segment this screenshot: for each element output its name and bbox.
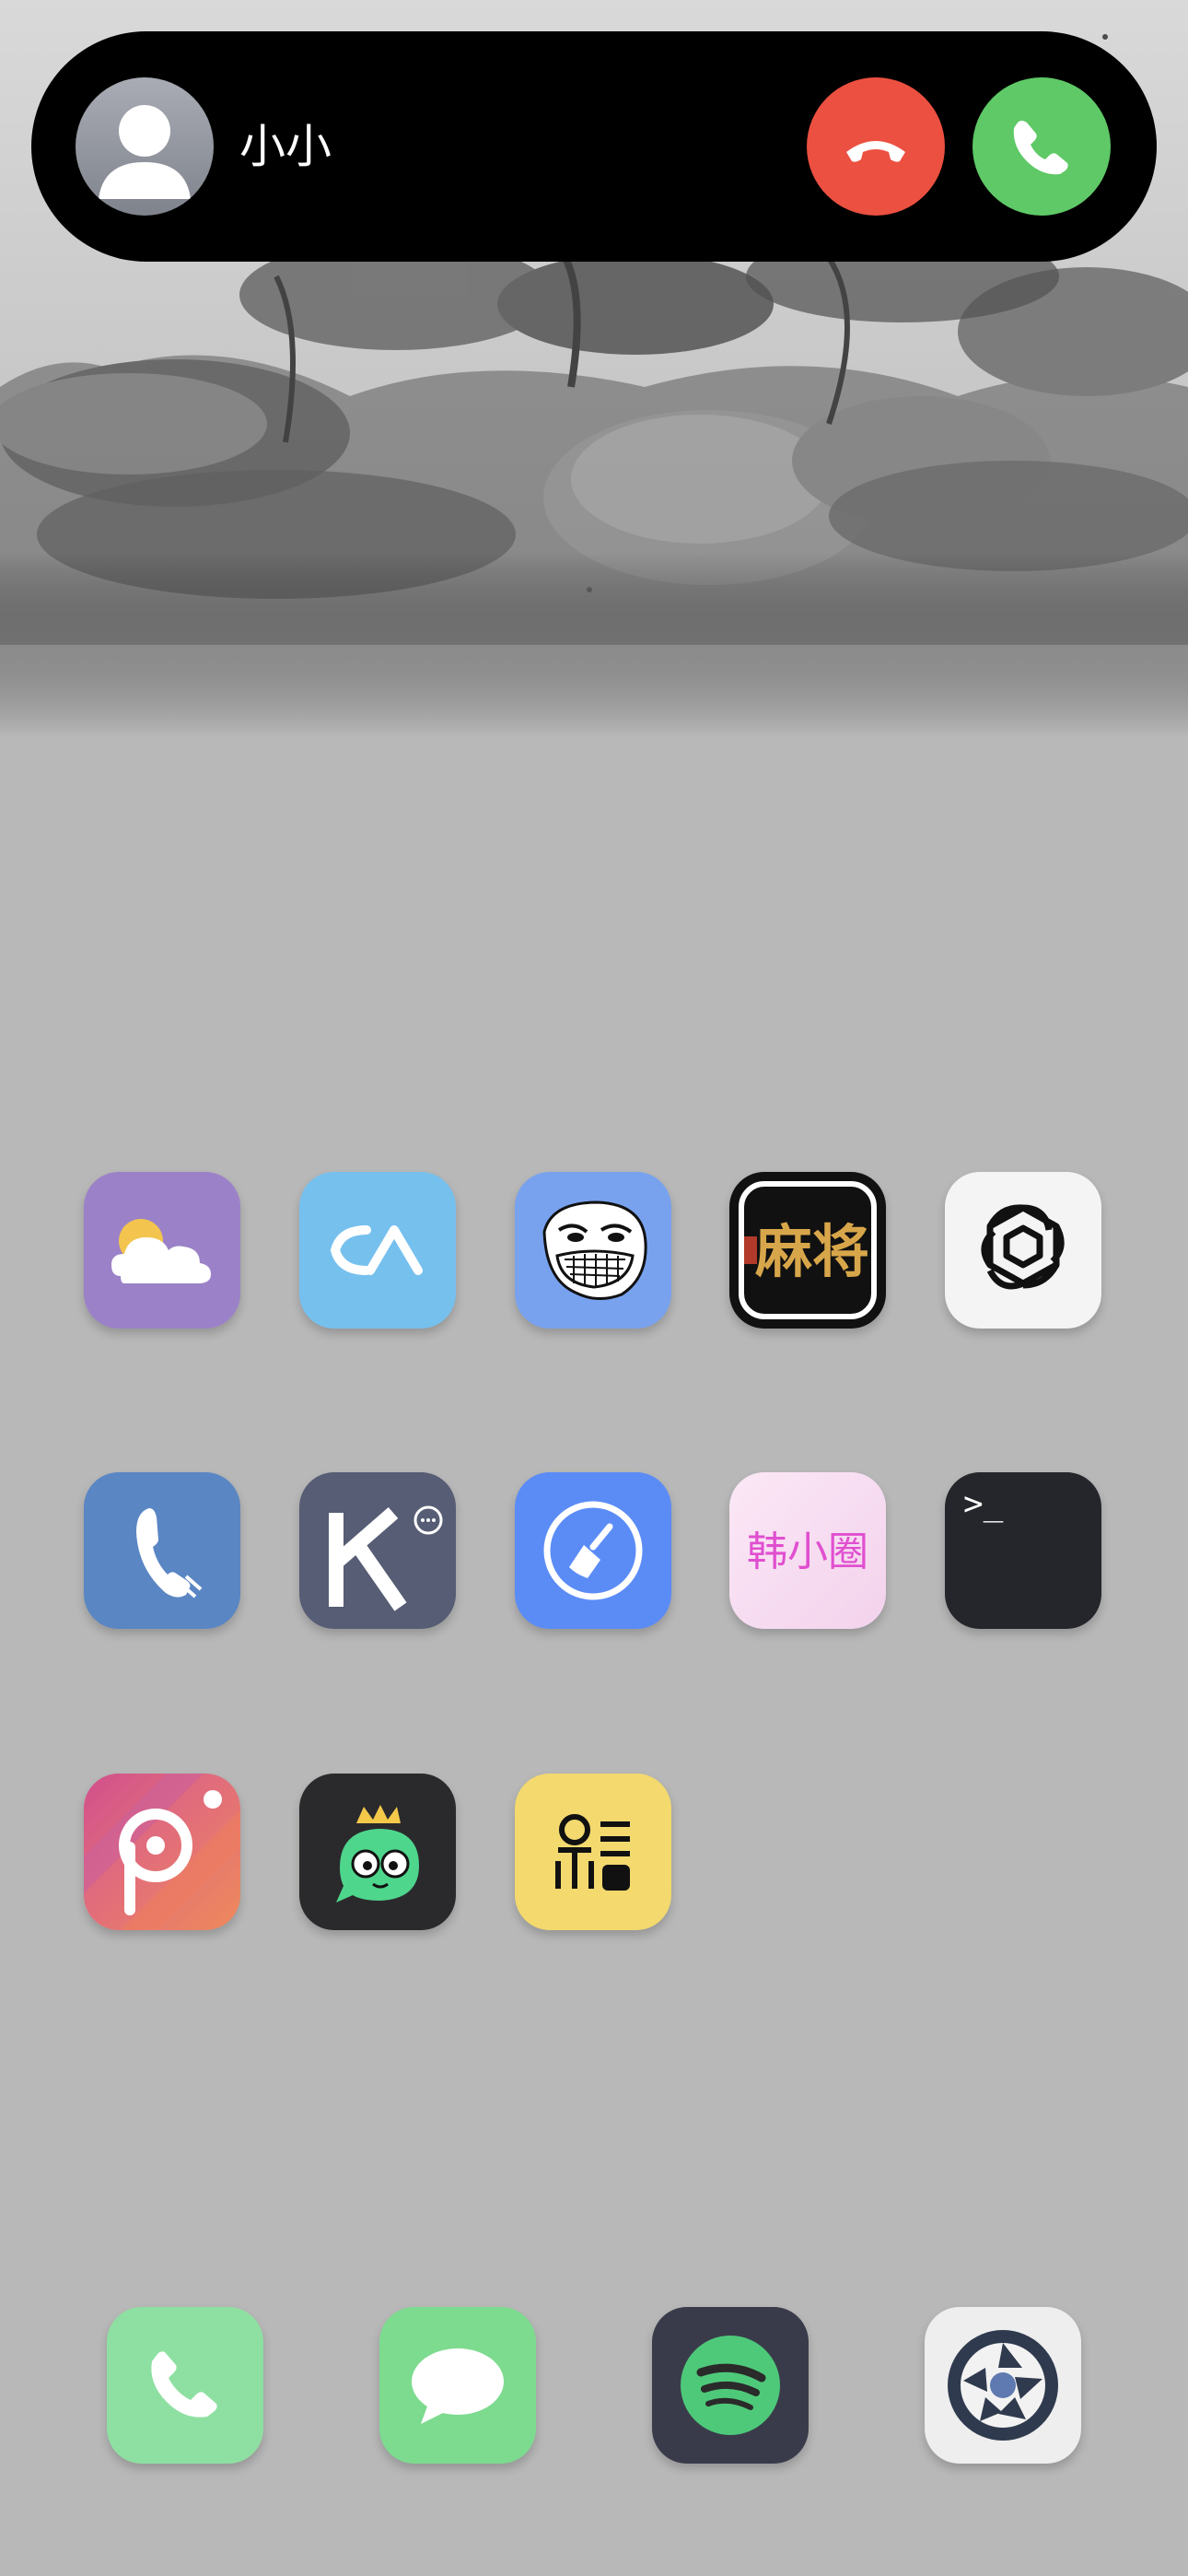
k-app-icon[interactable]: [299, 1472, 456, 1629]
handset-icon: [136, 1508, 203, 1598]
picsart-icon: [84, 1774, 240, 1930]
dock-spotify-app-icon[interactable]: [652, 2307, 809, 2464]
spotify-icon: [681, 2336, 780, 2435]
yellow-app-icon[interactable]: [515, 1774, 671, 1930]
phone-icon: [151, 2351, 217, 2418]
terminal-app-icon[interactable]: >_: [945, 1472, 1101, 1629]
phone-down-icon: [846, 141, 905, 162]
openai-icon: [981, 1204, 1065, 1290]
cleaner-app-icon[interactable]: [515, 1472, 671, 1629]
decline-call-button[interactable]: [807, 77, 945, 216]
accept-call-button[interactable]: [973, 77, 1111, 216]
weather-app-icon[interactable]: [84, 1172, 240, 1329]
trollface-icon: [542, 1200, 647, 1300]
han-xiao-quan-app-icon[interactable]: 韩小圈: [729, 1472, 886, 1629]
trollface-app-icon[interactable]: [515, 1172, 671, 1329]
dock-camera-app-icon[interactable]: [925, 2307, 1081, 2464]
ca-logo-icon: [330, 1225, 423, 1275]
fm-logo-icon: [555, 1814, 630, 1891]
phone-icon: [1013, 121, 1068, 175]
dock-messages-app-icon[interactable]: [379, 2307, 536, 2464]
aperture-icon: [948, 2330, 1058, 2441]
ca-app-icon[interactable]: [299, 1172, 456, 1329]
k-logo-icon: [329, 1505, 443, 1611]
person-silhouette-icon: [99, 105, 191, 199]
mahjong-icon: 麻将: [744, 1218, 869, 1285]
han-xiao-quan-icon: 韩小圈: [747, 1528, 868, 1575]
crown-bubble-icon: [336, 1805, 419, 1903]
svg-text:韩小圈: 韩小圈: [747, 1528, 868, 1575]
incoming-call-banner[interactable]: 小小: [31, 31, 1157, 262]
cloud-sun-icon: [111, 1219, 211, 1283]
picsart-app-icon[interactable]: [84, 1774, 240, 1930]
caller-name: 小小: [239, 121, 332, 172]
svg-text:麻将: 麻将: [755, 1218, 869, 1285]
dock-phone-app-icon[interactable]: [107, 2307, 263, 2464]
caller-avatar: [76, 77, 214, 216]
green-bubble-app-icon[interactable]: [299, 1774, 456, 1930]
mahjong-app-icon[interactable]: 麻将: [729, 1172, 886, 1329]
terminal-prompt: >_: [963, 1485, 1004, 1523]
message-bubble-icon: [412, 2348, 504, 2424]
phone-alt-app-icon[interactable]: [84, 1472, 240, 1629]
broom-icon: [543, 1501, 643, 1600]
chatgpt-app-icon[interactable]: [945, 1172, 1101, 1329]
